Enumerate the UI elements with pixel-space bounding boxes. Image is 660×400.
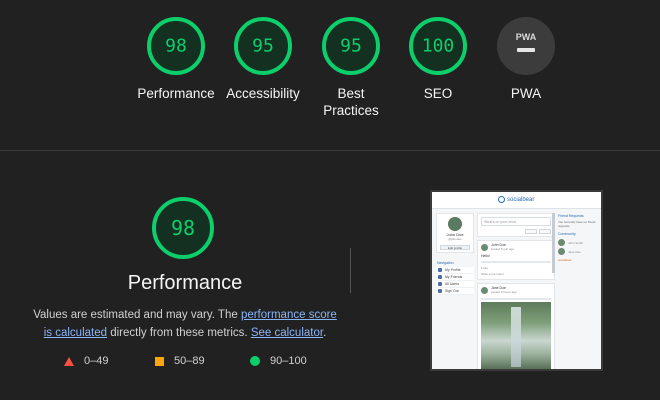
thumb-left-column: John Doe @johndoe Edit profile Navigatio… (436, 213, 474, 363)
desc-prefix: Values are estimated and may vary. The (33, 309, 241, 321)
gauge-seo[interactable]: 100 SEO (388, 15, 488, 102)
thumb-nav-label: My Friends (445, 274, 463, 279)
profile-icon (438, 268, 442, 272)
thumb-community-user: Jane Doe (558, 247, 600, 256)
thumb-post-input: What's on your mind (481, 217, 551, 226)
thumb-post-meta: John Doe posted 5 min ago (491, 243, 514, 251)
thumb-nav-item: Sign Out (436, 288, 474, 295)
thumb-post-header: Jane Doe posted 2 hours ago (478, 284, 554, 296)
pwa-badge-circle (497, 17, 555, 75)
circle-icon (250, 356, 260, 366)
legend-range: 90–100 (270, 355, 307, 367)
gauge-score: 98 (165, 36, 187, 57)
thumb-post-header: John Doe posted 5 min ago (478, 241, 554, 253)
gauge-performance[interactable]: 98 Performance (126, 15, 226, 102)
desc-suffix: . (323, 327, 327, 339)
gauge-accessibility[interactable]: 95 Accessibility (213, 15, 313, 102)
thumb-community-user: John Smith (558, 238, 600, 247)
legend-range: 0–49 (84, 355, 109, 367)
pwa-badge-text: PWA (516, 32, 537, 42)
legend-range: 50–89 (174, 355, 205, 367)
signout-icon (438, 289, 442, 293)
thumb-text-line (481, 298, 551, 300)
gauge-label: Best Practices (323, 86, 379, 118)
performance-gauge: 98 (150, 195, 216, 266)
thumb-header: socialbear (432, 192, 601, 209)
triangle-icon (64, 356, 74, 366)
category-gauges: 98 Performance 95 Accessibility 95 Best … (0, 0, 660, 150)
avatar (558, 248, 565, 255)
thumb-post-time: posted 2 hours ago (491, 290, 517, 294)
legend-pass: 90–100 (250, 355, 307, 367)
gauge-label: Performance (137, 86, 215, 101)
thumb-logo: socialbear (498, 196, 534, 203)
friends-icon (438, 275, 442, 279)
vertical-separator (350, 248, 351, 293)
legend-fail: 0–49 (64, 355, 108, 367)
thumb-nav-label: Sign Out (445, 288, 459, 293)
thumb-feed: What's on your mind John Doe posted 5 mi… (477, 213, 555, 369)
thumb-post: John Doe posted 5 min ago Hello! 1 like … (477, 240, 555, 280)
thumb-community-name: John Smith (568, 240, 584, 245)
thumb-post-button (539, 229, 551, 234)
section-divider (0, 150, 660, 151)
gauge-pwa[interactable]: PWA PWA (476, 15, 576, 102)
thumb-profile-sub: @johndoe (448, 237, 462, 241)
legend-average: 50–89 (155, 355, 205, 367)
thumb-community-link: socialbear (558, 258, 572, 262)
performance-description: Values are estimated and may vary. The p… (30, 306, 340, 342)
gauge-score: 100 (422, 36, 455, 57)
thumb-post-text: Hello! (481, 254, 490, 258)
avatar (481, 243, 488, 251)
avatar (448, 217, 462, 231)
score-legend: 0–49 50–89 90–100 (0, 355, 360, 371)
thumb-nav-label: My Profile (445, 267, 461, 272)
thumb-edit-profile-button: Edit profile (440, 245, 470, 250)
logo-icon (498, 196, 505, 203)
gauge-ring: 100 (409, 17, 467, 75)
thumb-divider (481, 261, 551, 263)
gauge-ring: 98 (147, 17, 205, 75)
thumb-waterfall-image (481, 302, 551, 369)
avatar (558, 239, 565, 246)
thumb-community-name: Jane Doe (568, 249, 581, 254)
gauge-label: Accessibility (226, 86, 300, 101)
gauge-label: SEO (423, 86, 453, 101)
square-icon (155, 356, 164, 366)
gauge-score: 95 (340, 36, 362, 57)
desc-middle: directly from these metrics. (107, 327, 251, 339)
thumb-nav-header: Navigation (437, 261, 454, 265)
thumb-comment-input: Write a comment (481, 272, 504, 276)
final-screenshot-thumbnail[interactable]: socialbear John Doe @johndoe Edit profil… (430, 190, 603, 371)
thumb-right-column: Friend Requests You currently have no fr… (558, 213, 600, 363)
thumb-friend-requests-text: You currently have no friend requests (558, 220, 596, 228)
pwa-dash (517, 48, 535, 52)
thumb-composer: What's on your mind (477, 213, 555, 237)
performance-title: Performance (127, 272, 243, 294)
thumb-post-meta: Jane Doe posted 2 hours ago (491, 286, 517, 294)
users-icon (438, 282, 442, 286)
thumb-composer-buttons (478, 229, 554, 236)
thumb-profile-card: John Doe @johndoe Edit profile (436, 213, 474, 253)
performance-score: 98 (171, 216, 195, 240)
thumb-community-header: Community (558, 232, 576, 236)
gauge-label: PWA (510, 86, 542, 101)
performance-ring: 98 (152, 197, 214, 259)
thumb-scrollbar (552, 213, 555, 273)
thumb-nav-label: All Users (445, 281, 460, 286)
thumb-logo-text: socialbear (507, 196, 535, 203)
thumb-post: Jane Doe posted 2 hours ago (477, 283, 555, 369)
thumb-friend-requests-header: Friend Requests (558, 214, 584, 218)
thumb-post-time: posted 5 min ago (491, 247, 515, 251)
pwa-badge-icon: PWA (497, 17, 555, 75)
avatar (481, 286, 488, 294)
gauge-score: 95 (252, 36, 274, 57)
thumb-image-button (525, 229, 537, 234)
gauge-best-practices[interactable]: 95 Best Practices (301, 15, 401, 119)
see-calculator-link[interactable]: See calculator (251, 327, 323, 339)
gauge-ring: 95 (234, 17, 292, 75)
gauge-ring: 95 (322, 17, 380, 75)
